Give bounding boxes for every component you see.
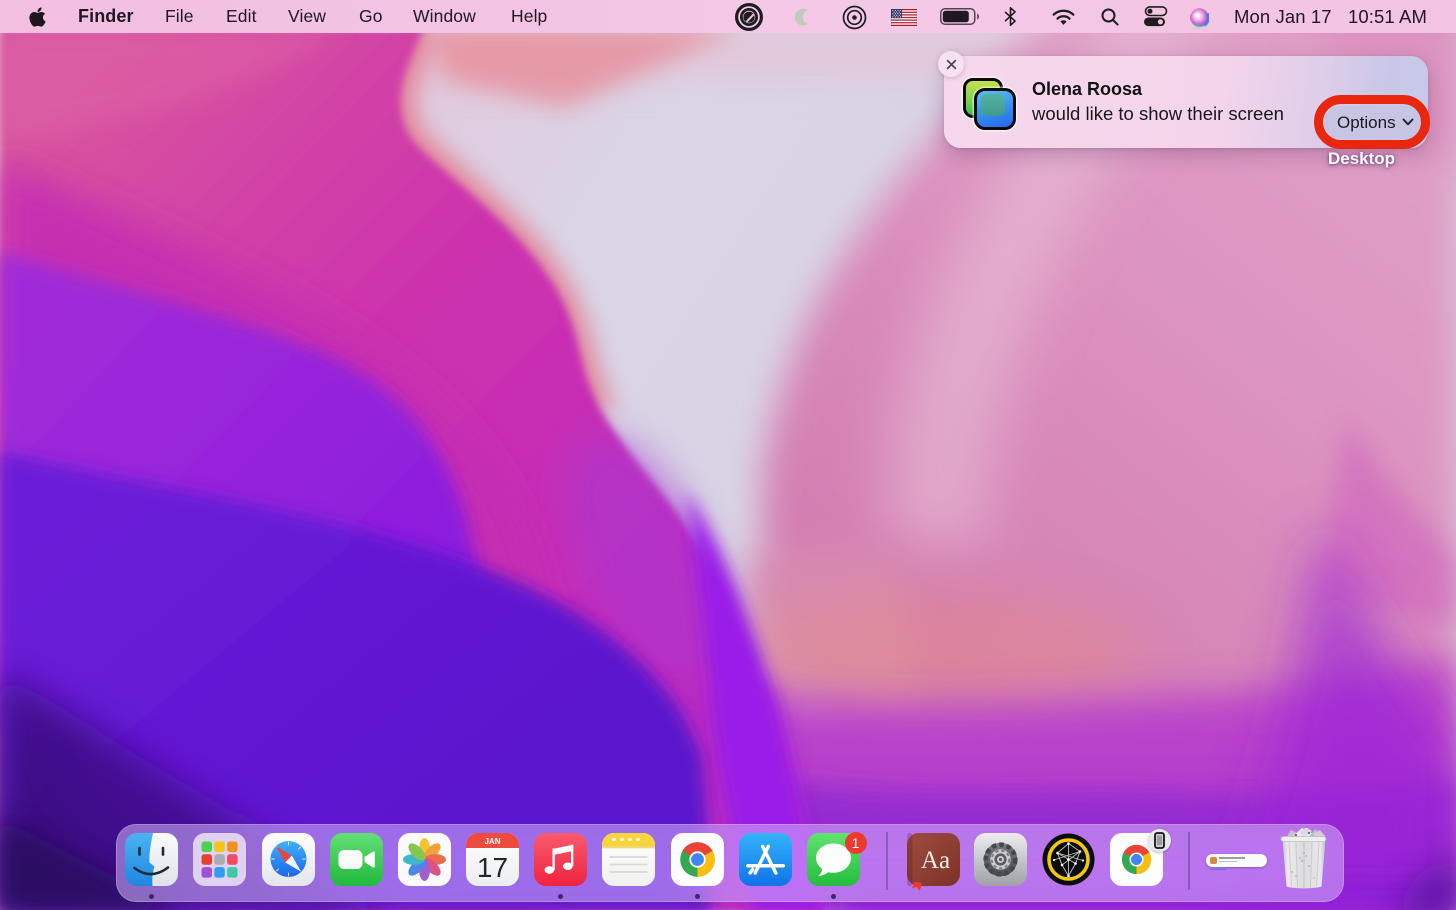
svg-text:17: 17: [476, 852, 507, 883]
svg-text:Aa: Aa: [920, 847, 949, 874]
svg-text:JAN: JAN: [484, 837, 500, 846]
